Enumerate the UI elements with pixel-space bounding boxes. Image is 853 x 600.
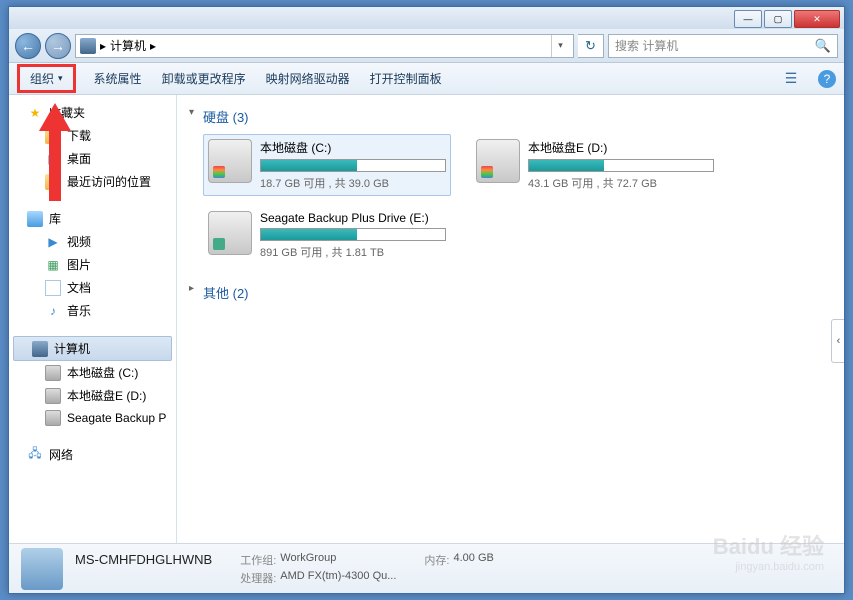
view-options-icon[interactable]: ☰ — [780, 68, 802, 90]
drives-list: 本地磁盘 (C:) 18.7 GB 可用 , 共 39.0 GB 本地磁盘E (… — [189, 134, 832, 279]
preview-pane-toggle[interactable]: ‹ — [831, 319, 844, 363]
library-icon — [27, 211, 43, 227]
navigation-bar: ← → ▸ 计算机 ▸ ▾ ↻ 搜索 计算机 🔍 — [9, 29, 844, 63]
drive-c[interactable]: 本地磁盘 (C:) 18.7 GB 可用 , 共 39.0 GB — [203, 134, 451, 196]
path-arrow-icon: ▸ — [150, 39, 156, 53]
drive-name: 本地磁盘E (D:) — [528, 139, 714, 156]
computer-icon — [80, 38, 96, 54]
explorer-window: — ▢ ✕ ← → ▸ 计算机 ▸ ▾ ↻ 搜索 计算机 🔍 组织 ▾ 系统属性… — [8, 6, 845, 594]
drive-stat: 43.1 GB 可用 , 共 72.7 GB — [528, 175, 714, 191]
sidebar-item-drive-c[interactable]: 本地磁盘 (C:) — [9, 361, 176, 384]
maximize-button[interactable]: ▢ — [764, 10, 792, 28]
status-workgroup: WorkGroup — [280, 552, 336, 568]
status-cpu-label: 处理器: — [240, 570, 276, 586]
status-memory: 4.00 GB — [453, 552, 493, 568]
drive-icon — [45, 365, 61, 381]
sidebar-computer[interactable]: 计算机 — [13, 336, 172, 361]
sidebar-item-recent[interactable]: 最近访问的位置 — [9, 170, 176, 193]
address-bar[interactable]: ▸ 计算机 ▸ ▾ — [75, 34, 574, 58]
status-memory-label: 内存: — [424, 552, 449, 568]
drive-usage-bar — [260, 159, 446, 172]
sidebar-item-music[interactable]: ♪音乐 — [9, 299, 176, 322]
back-button[interactable]: ← — [15, 33, 41, 59]
document-icon — [45, 280, 61, 296]
picture-icon: ▦ — [45, 257, 61, 273]
section-other[interactable]: 其他 (2) — [189, 279, 832, 310]
status-computer-name: MS-CMHFDHGLHWNB — [75, 552, 212, 567]
sidebar-item-desktop[interactable]: ▣桌面 — [9, 147, 176, 170]
help-icon[interactable]: ? — [818, 70, 836, 88]
sidebar-item-documents[interactable]: 文档 — [9, 276, 176, 299]
minimize-button[interactable]: — — [734, 10, 762, 28]
toolbar-control-panel[interactable]: 打开控制面板 — [368, 66, 444, 91]
drive-usage-bar — [528, 159, 714, 172]
toolbar-map-drive[interactable]: 映射网络驱动器 — [264, 66, 352, 91]
drive-stat: 18.7 GB 可用 , 共 39.0 GB — [260, 175, 446, 191]
drive-name: 本地磁盘 (C:) — [260, 139, 446, 156]
address-path: 计算机 — [110, 37, 146, 54]
music-icon: ♪ — [45, 303, 61, 319]
toolbar-system-properties[interactable]: 系统属性 — [92, 66, 144, 91]
titlebar: — ▢ ✕ — [9, 7, 844, 29]
address-dropdown[interactable]: ▾ — [551, 35, 569, 57]
search-icon: 🔍 — [815, 38, 831, 54]
drive-icon — [45, 410, 61, 426]
sidebar-item-drive-d[interactable]: 本地磁盘E (D:) — [9, 384, 176, 407]
organize-button[interactable]: 组织 ▾ — [17, 64, 76, 93]
status-bar: MS-CMHFDHGLHWNB 工作组:WorkGroup 处理器:AMD FX… — [9, 543, 844, 593]
content-pane: 硬盘 (3) 本地磁盘 (C:) 18.7 GB 可用 , 共 39.0 GB … — [177, 95, 844, 543]
star-icon: ★ — [27, 105, 43, 121]
drive-d[interactable]: 本地磁盘E (D:) 43.1 GB 可用 , 共 72.7 GB — [471, 134, 719, 196]
computer-large-icon — [21, 548, 63, 590]
close-button[interactable]: ✕ — [794, 10, 840, 28]
drive-icon — [476, 139, 520, 183]
drive-name: Seagate Backup Plus Drive (E:) — [260, 211, 446, 225]
status-workgroup-label: 工作组: — [240, 552, 276, 568]
sidebar-item-pictures[interactable]: ▦图片 — [9, 253, 176, 276]
network-icon: 🖧 — [27, 447, 43, 463]
sidebar-item-downloads[interactable]: 下载 — [9, 124, 176, 147]
drive-icon — [208, 211, 252, 255]
body: ★收藏夹 下载 ▣桌面 最近访问的位置 库 ▶视频 ▦图片 文档 ♪音乐 计算机… — [9, 95, 844, 543]
toolbar-uninstall[interactable]: 卸载或更改程序 — [160, 66, 248, 91]
folder-icon — [45, 128, 61, 144]
sidebar: ★收藏夹 下载 ▣桌面 最近访问的位置 库 ▶视频 ▦图片 文档 ♪音乐 计算机… — [9, 95, 177, 543]
computer-icon — [32, 341, 48, 357]
drive-e[interactable]: Seagate Backup Plus Drive (E:) 891 GB 可用… — [203, 206, 451, 265]
search-placeholder: 搜索 计算机 — [615, 37, 678, 54]
sidebar-item-videos[interactable]: ▶视频 — [9, 230, 176, 253]
drive-stat: 891 GB 可用 , 共 1.81 TB — [260, 244, 446, 260]
sidebar-item-drive-e[interactable]: Seagate Backup P — [9, 407, 176, 429]
path-arrow-icon: ▸ — [100, 39, 106, 53]
status-cpu: AMD FX(tm)-4300 Qu... — [280, 570, 396, 586]
section-hard-disks[interactable]: 硬盘 (3) — [189, 103, 832, 134]
sidebar-network[interactable]: 🖧网络 — [9, 443, 176, 466]
drive-usage-bar — [260, 228, 446, 241]
forward-button[interactable]: → — [45, 33, 71, 59]
drive-icon — [45, 388, 61, 404]
desktop-icon: ▣ — [45, 151, 61, 167]
folder-icon — [45, 174, 61, 190]
toolbar: 组织 ▾ 系统属性 卸载或更改程序 映射网络驱动器 打开控制面板 ☰ ? — [9, 63, 844, 95]
video-icon: ▶ — [45, 234, 61, 250]
chevron-down-icon: ▾ — [58, 73, 63, 84]
refresh-button[interactable]: ↻ — [578, 34, 604, 58]
sidebar-libraries[interactable]: 库 — [9, 207, 176, 230]
search-box[interactable]: 搜索 计算机 🔍 — [608, 34, 838, 58]
sidebar-favorites[interactable]: ★收藏夹 — [9, 101, 176, 124]
drive-icon — [208, 139, 252, 183]
